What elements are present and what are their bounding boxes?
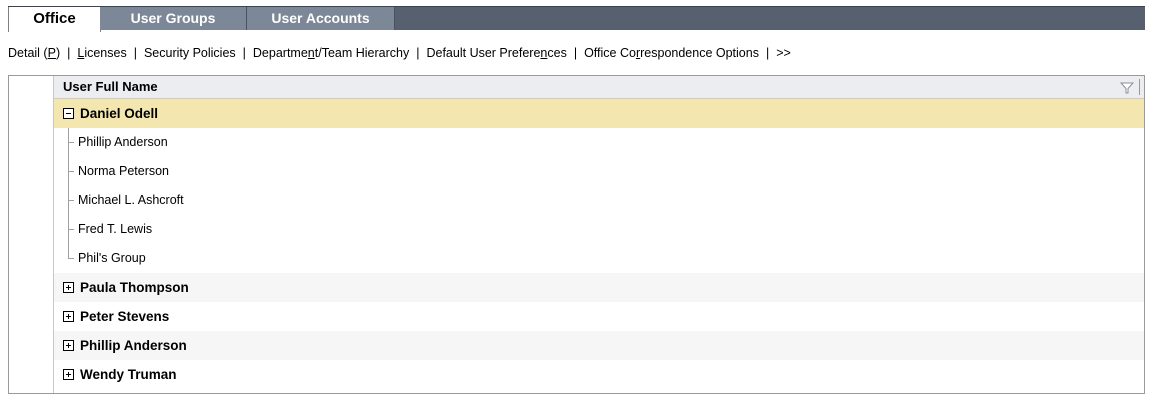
hierarchy-link-text-end: t/Team Hierarchy — [314, 46, 410, 60]
separator: | — [765, 46, 770, 60]
tree-child-row[interactable]: Phillip Anderson — [54, 128, 1144, 157]
tab-strip: Office User Groups User Accounts — [8, 6, 1145, 32]
expand-icon[interactable] — [63, 311, 74, 322]
licenses-link-text: icenses — [84, 46, 127, 60]
tree-child-row[interactable]: Phil's Group — [54, 244, 1144, 273]
more-link[interactable]: >> — [776, 46, 791, 60]
collapse-icon[interactable] — [63, 108, 74, 119]
separator: | — [133, 46, 137, 60]
detail-link[interactable]: Detail (P) — [8, 46, 60, 60]
office-correspondence-options-link[interactable]: Office Correspondence Options — [584, 46, 759, 60]
node-label: Phillip Anderson — [80, 338, 187, 353]
node-label: Wendy Truman — [80, 367, 177, 382]
node-label: Daniel Odell — [80, 106, 159, 121]
tree-node-paula-thompson[interactable]: Paula Thompson — [54, 273, 1144, 302]
detail-link-text: Detail ( — [8, 46, 48, 60]
separator: | — [242, 46, 246, 60]
default-user-preferences-link[interactable]: Default User Preferences — [426, 46, 566, 60]
tree-child-row[interactable]: Michael L. Ashcroft — [54, 186, 1144, 215]
tree-node-phillip-anderson[interactable]: Phillip Anderson — [54, 331, 1144, 360]
child-label: Phillip Anderson — [78, 135, 168, 149]
child-label: Phil's Group — [78, 251, 146, 265]
tab-office[interactable]: Office — [8, 7, 101, 32]
detail-accesskey: P — [47, 46, 56, 60]
department-team-hierarchy-link[interactable]: Department/Team Hierarchy — [253, 46, 409, 60]
tree-child-row[interactable]: Norma Peterson — [54, 157, 1144, 186]
column-header-label: User Full Name — [63, 79, 158, 94]
separator: | — [67, 46, 71, 60]
hierarchy-link-text: Departme — [252, 46, 308, 60]
tab-user-accounts[interactable]: User Accounts — [247, 7, 395, 30]
tree-child-row[interactable]: Fred T. Lewis — [54, 215, 1144, 244]
tree-node-daniel-odell[interactable]: Daniel Odell — [54, 99, 1144, 128]
column-header[interactable]: User Full Name — [54, 76, 1144, 99]
separator: | — [416, 46, 420, 60]
tree-node-peter-stevens[interactable]: Peter Stevens — [54, 302, 1144, 331]
separator: | — [573, 46, 578, 60]
grid-rows: Daniel Odell Phillip Anderson Norma Pete… — [54, 99, 1144, 389]
child-label: Norma Peterson — [78, 164, 170, 178]
expand-icon[interactable] — [63, 282, 74, 293]
prefs-link-text-end: ces — [547, 46, 567, 60]
command-bar: Detail (P) | Licenses | Security Policies | De… — [8, 41, 1145, 65]
expand-icon[interactable] — [63, 369, 74, 380]
tab-user-groups[interactable]: User Groups — [100, 7, 247, 30]
node-label: Peter Stevens — [80, 309, 170, 324]
child-label: Michael L. Ashcroft — [78, 193, 184, 207]
filter-icon[interactable] — [1119, 80, 1135, 94]
row-gutter — [9, 76, 54, 393]
security-policies-link[interactable]: Security Policies — [144, 46, 236, 60]
child-label: Fred T. Lewis — [78, 222, 153, 236]
node-label: Paula Thompson — [80, 280, 189, 295]
hierarchy-accesskey: n — [307, 46, 315, 60]
expand-icon[interactable] — [63, 340, 74, 351]
tree-node-wendy-truman[interactable]: Wendy Truman — [54, 360, 1144, 389]
header-divider — [1139, 79, 1140, 95]
correspondence-link-text-end: respondence Options — [640, 46, 759, 60]
user-hierarchy-grid: User Full Name Daniel Odell Phillip Ande… — [8, 75, 1145, 394]
licenses-link[interactable]: Licenses — [77, 46, 126, 60]
correspondence-link-text: Office Co — [584, 46, 636, 60]
prefs-link-text: Default User Prefere — [426, 46, 541, 60]
